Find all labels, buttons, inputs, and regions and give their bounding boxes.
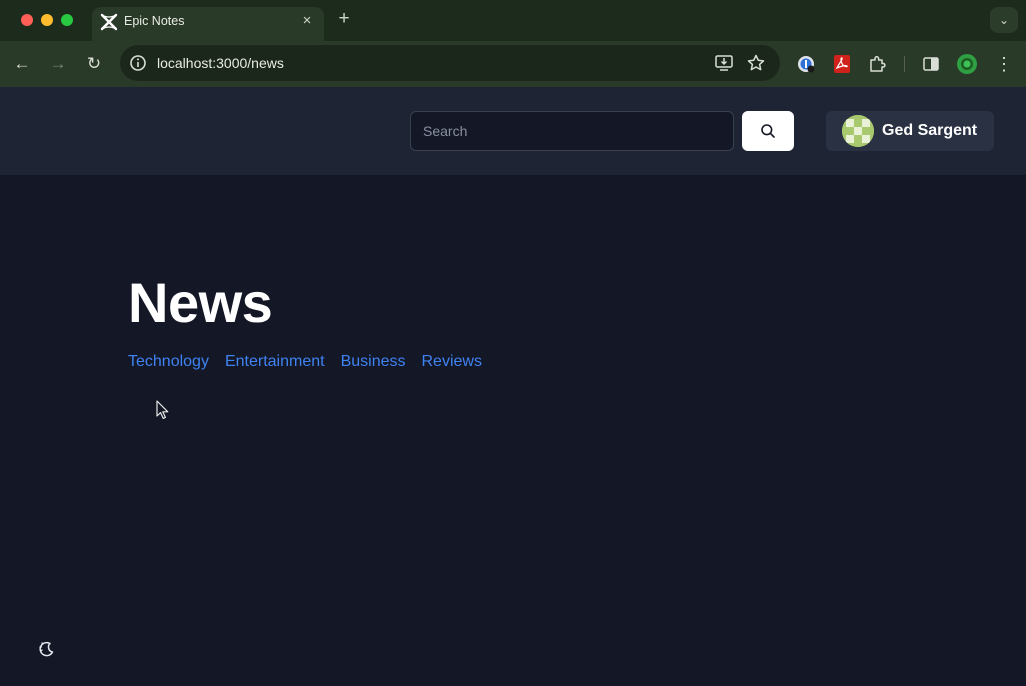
app-header: Ged Sargent [0,87,1026,175]
address-bar[interactable]: localhost:3000/news [120,45,780,81]
install-app-icon[interactable] [714,53,734,73]
tab-title: Epic Notes [124,14,185,28]
epic-notes-logo-icon [100,13,118,31]
search-icon [761,124,775,138]
category-link-entertainment[interactable]: Entertainment [225,352,325,372]
window-zoom-button[interactable] [61,14,73,26]
search-input[interactable] [410,111,734,151]
pdf-extension-icon[interactable] [831,53,853,75]
toolbar-divider [904,56,905,72]
mouse-pointer-icon [156,400,170,420]
password-manager-icon[interactable] [795,53,817,75]
category-link-technology[interactable]: Technology [128,352,209,372]
browser-tab-strip: Epic Notes × + ⌄ [0,0,1026,41]
back-arrow-icon[interactable]: ← [9,51,35,77]
reload-icon[interactable]: ↻ [81,51,107,77]
side-panel-icon[interactable] [920,53,942,75]
window-close-button[interactable] [21,14,33,26]
avatar [842,115,874,147]
browser-tab-active[interactable]: Epic Notes × [92,7,324,41]
search-button[interactable] [742,111,794,151]
news-category-nav: Technology Entertainment Business Review… [128,352,482,372]
tab-close-icon[interactable]: × [298,12,316,30]
theme-toggle-moon-icon[interactable] [37,639,57,659]
forward-arrow-icon[interactable]: → [45,51,71,77]
tab-search-chevron-icon[interactable]: ⌄ [990,7,1018,33]
browser-toolbar: ← → ↻ localhost:3000/news ⋮ [0,41,1026,87]
window-minimize-button[interactable] [41,14,53,26]
bookmark-star-icon[interactable] [746,53,766,73]
url-text: localhost:3000/news [157,55,284,71]
user-profile-button[interactable]: Ged Sargent [826,111,994,151]
category-link-business[interactable]: Business [341,352,406,372]
site-info-icon[interactable] [128,53,148,73]
page-title: News [128,271,273,334]
extensions-puzzle-icon[interactable] [867,53,889,75]
category-link-reviews[interactable]: Reviews [421,352,481,372]
new-tab-icon[interactable]: + [334,9,354,29]
user-name: Ged Sargent [882,122,978,139]
more-menu-icon[interactable]: ⋮ [993,53,1015,75]
profile-icon[interactable] [956,53,978,75]
